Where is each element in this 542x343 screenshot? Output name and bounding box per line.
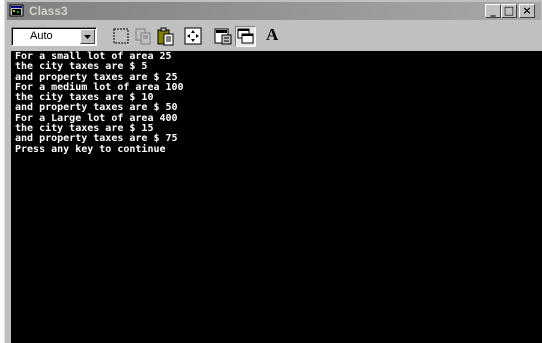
properties-button[interactable] xyxy=(213,26,234,47)
close-button[interactable]: × xyxy=(519,4,535,18)
font-size-value: Auto xyxy=(30,30,53,42)
background-button[interactable] xyxy=(235,26,256,47)
fullscreen-icon xyxy=(184,27,202,45)
console-line: Press any key to continue xyxy=(15,143,166,155)
window-title: Class3 xyxy=(29,4,68,18)
properties-icon xyxy=(214,28,232,45)
console-text: For a small lot of area 25 the city taxes… xyxy=(11,51,542,155)
dropdown-button[interactable] xyxy=(80,29,95,44)
console-app-icon[interactable] xyxy=(9,3,25,19)
mark-icon xyxy=(113,28,129,44)
minimize-button[interactable]: _ xyxy=(485,4,501,18)
font-button[interactable]: A xyxy=(263,25,284,47)
title-bar[interactable]: Class3 _ □ × xyxy=(7,2,541,20)
mark-button[interactable] xyxy=(111,26,132,47)
maximize-button[interactable]: □ xyxy=(501,4,517,18)
paste-button[interactable] xyxy=(155,26,176,47)
copy-icon xyxy=(135,28,151,45)
fullscreen-button[interactable] xyxy=(183,26,204,47)
font-size-select[interactable]: Auto xyxy=(11,27,97,46)
console-output-area[interactable]: For a small lot of area 25 the city taxes… xyxy=(11,51,542,343)
chevron-down-icon xyxy=(84,35,91,39)
copy-button[interactable] xyxy=(133,26,154,47)
paste-icon xyxy=(157,27,174,46)
background-icon xyxy=(237,28,254,44)
font-icon: A xyxy=(266,25,279,44)
toolbar: Auto A xyxy=(7,22,541,50)
console-window: Class3 _ □ × Auto A For a small lot of a… xyxy=(4,0,542,343)
